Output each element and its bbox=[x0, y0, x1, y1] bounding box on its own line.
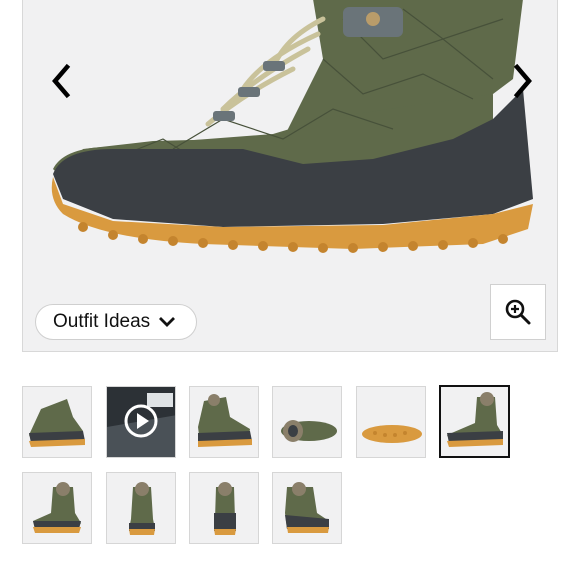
boot-thumbnail-icon bbox=[281, 420, 337, 442]
thumbnail-side[interactable] bbox=[22, 386, 92, 458]
boot-image bbox=[51, 0, 533, 253]
thumbnail-side-close[interactable] bbox=[439, 385, 510, 458]
thumbnail-back[interactable] bbox=[189, 472, 259, 544]
zoom-button[interactable] bbox=[490, 284, 546, 340]
thumbnail-sole[interactable] bbox=[356, 386, 426, 458]
boot-thumbnail-icon bbox=[198, 394, 252, 447]
boot-thumbnail-icon bbox=[214, 482, 236, 535]
boot-thumbnail-icon bbox=[362, 425, 422, 443]
main-product-image[interactable]: Outfit Ideas bbox=[22, 0, 558, 352]
boot-thumbnail-icon bbox=[29, 399, 85, 447]
next-image-button[interactable] bbox=[503, 59, 543, 103]
outfit-ideas-button[interactable]: Outfit Ideas bbox=[35, 304, 197, 340]
thumbnail-top[interactable] bbox=[272, 386, 342, 458]
zoom-in-icon bbox=[505, 299, 531, 325]
chevron-right-icon bbox=[513, 63, 532, 99]
thumbnail-side-alt[interactable] bbox=[189, 386, 259, 458]
thumbnail-front[interactable] bbox=[106, 472, 176, 544]
boot-thumbnail-icon bbox=[285, 482, 329, 533]
waterproof-video-preview bbox=[107, 387, 175, 457]
boot-thumbnail-icon bbox=[33, 482, 81, 533]
chevron-left-icon bbox=[52, 63, 71, 99]
previous-image-button[interactable] bbox=[41, 59, 81, 103]
outfit-ideas-label: Outfit Ideas bbox=[53, 311, 151, 332]
chevron-down-icon bbox=[159, 317, 176, 327]
thumbnail-front-angle[interactable] bbox=[22, 472, 92, 544]
boot-thumbnail-icon bbox=[447, 392, 503, 447]
thumbnail-video[interactable] bbox=[106, 386, 176, 458]
boot-thumbnail-icon bbox=[129, 482, 155, 535]
thumbnail-rear-angle[interactable] bbox=[272, 472, 342, 544]
